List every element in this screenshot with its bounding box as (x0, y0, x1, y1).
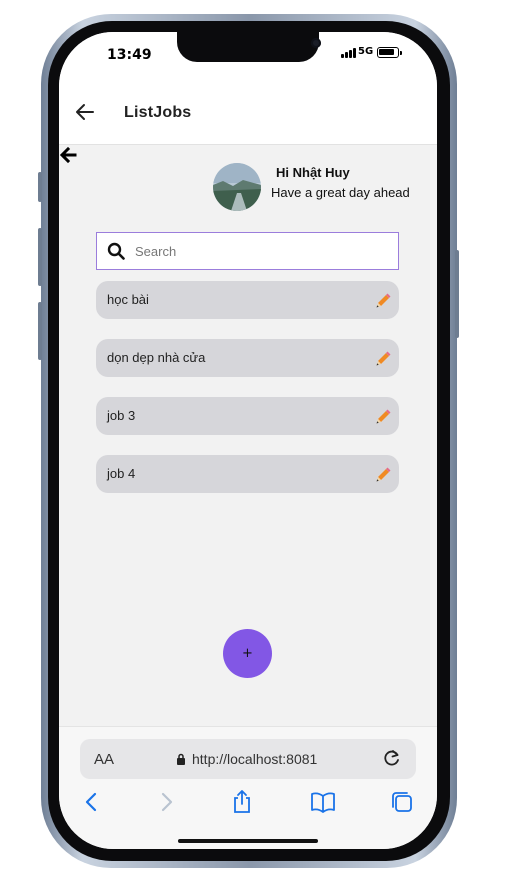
search-input[interactable] (135, 241, 375, 261)
job-label: job 4 (107, 466, 136, 481)
lock-icon (177, 753, 185, 765)
add-job-button[interactable]: + (223, 629, 272, 678)
url-text[interactable]: http://localhost:8081 (192, 751, 317, 767)
page-title: ListJobs (124, 104, 192, 121)
greeting-subtitle: Have a great day ahead (271, 185, 410, 200)
browser-nav (59, 789, 437, 819)
reload-icon[interactable] (382, 748, 402, 768)
pencil-icon[interactable] (375, 350, 392, 367)
pencil-icon[interactable] (375, 292, 392, 309)
home-indicator[interactable] (178, 839, 318, 843)
status-time: 13:49 (107, 47, 152, 63)
address-bar[interactable]: AA http://localhost:8081 (80, 739, 416, 779)
mute-switch (38, 172, 42, 202)
job-label: dọn dẹp nhà cửa (107, 350, 206, 365)
browser-forward-icon[interactable] (153, 789, 179, 815)
browser-back-icon[interactable] (79, 789, 105, 815)
browser-toolbar: AA http://localhost:8081 (59, 726, 437, 849)
text-size-button[interactable]: AA (94, 751, 114, 768)
dynamic-notch (177, 32, 321, 62)
camera-icon (311, 38, 321, 48)
job-item[interactable]: dọn dẹp nhà cửa (96, 339, 399, 377)
avatar (213, 163, 261, 211)
job-item[interactable]: học bài (96, 281, 399, 319)
greeting-text: Hi Nhật Huy (276, 165, 350, 180)
volume-down-button (38, 302, 42, 360)
network-label: 5G (358, 46, 374, 57)
back-arrow-icon[interactable] (59, 146, 77, 164)
search-box (96, 232, 399, 270)
tabs-icon[interactable] (389, 789, 415, 815)
job-item[interactable]: job 4 (96, 455, 399, 493)
share-icon[interactable] (229, 789, 255, 815)
battery-icon (377, 47, 402, 58)
job-item[interactable]: job 3 (96, 397, 399, 435)
search-icon (107, 242, 125, 260)
power-button (455, 250, 459, 338)
job-label: học bài (107, 292, 149, 307)
back-arrow-icon[interactable] (75, 102, 95, 122)
screen: 13:49 5G ListJobs Hi Nhật Huy Have a gre… (59, 32, 437, 849)
volume-up-button (38, 228, 42, 286)
pencil-icon[interactable] (375, 466, 392, 483)
book-icon[interactable] (310, 789, 336, 815)
pencil-icon[interactable] (375, 408, 392, 425)
app-bar: ListJobs (59, 82, 437, 145)
job-label: job 3 (107, 408, 136, 423)
signal-icon (341, 48, 356, 58)
